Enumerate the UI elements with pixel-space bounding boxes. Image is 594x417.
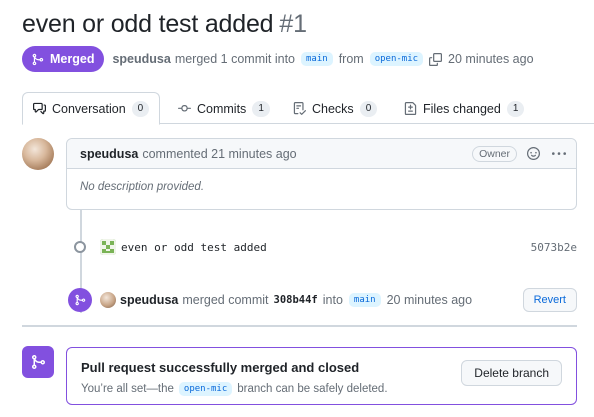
merge-status-desc-suffix: branch can be safely deleted.	[237, 383, 388, 395]
owner-badge: Owner	[472, 145, 517, 162]
pr-merge-text: merged 1 commit into	[174, 52, 295, 66]
timeline-commit-item: even or odd test added 5073b2e	[74, 238, 577, 256]
delete-branch-button[interactable]: Delete branch	[461, 360, 562, 386]
file-diff-icon	[404, 102, 417, 115]
merge-status-box: Pull request successfully merged and clo…	[66, 347, 577, 405]
tab-files-changed[interactable]: Files changed 1	[404, 92, 525, 125]
deletable-branch-label[interactable]: open-mic	[178, 382, 233, 396]
tab-commits[interactable]: Commits 1	[178, 92, 270, 125]
merged-state-label: Merged	[50, 52, 95, 66]
timeline-divider	[22, 325, 577, 327]
merge-icon	[32, 355, 46, 369]
pr-number: #1	[279, 10, 307, 38]
merge-into-text: into	[322, 293, 343, 307]
tab-commits-count: 1	[252, 100, 270, 117]
merge-status-desc-prefix: You’re all set—the	[81, 383, 174, 395]
merge-icon	[75, 294, 86, 306]
merge-author-avatar[interactable]	[100, 292, 116, 308]
tab-commits-label: Commits	[197, 101, 247, 116]
merge-target-branch[interactable]: main	[348, 293, 381, 307]
merge-status-badge	[22, 346, 54, 378]
head-branch-label[interactable]: open-mic	[369, 52, 424, 66]
merge-event-text: merged commit	[182, 293, 269, 307]
merged-state-badge: Merged	[22, 46, 105, 72]
comment-author-avatar[interactable]	[22, 138, 54, 170]
tab-conversation-label: Conversation	[52, 101, 126, 116]
merge-status-title: Pull request successfully merged and clo…	[81, 360, 360, 375]
commit-message-link[interactable]: even or odd test added	[121, 241, 267, 254]
tab-conversation-count: 0	[131, 100, 150, 117]
tab-checks-label: Checks	[312, 101, 354, 116]
comment-author-link[interactable]: speudusa	[80, 147, 138, 161]
tab-files-changed-count: 1	[506, 100, 525, 117]
tab-files-changed-label: Files changed	[423, 101, 501, 116]
tab-checks[interactable]: Checks 0	[293, 92, 378, 125]
base-branch-label[interactable]: main	[301, 52, 333, 66]
pr-author-link[interactable]: speudusa	[112, 52, 170, 66]
pr-title: even or odd test added #1	[22, 10, 307, 39]
timeline-merge-event: speudusa merged commit 308b44f into main…	[68, 287, 577, 313]
pr-time-ago: 20 minutes ago	[448, 52, 534, 66]
merge-event-badge	[68, 288, 92, 312]
copy-icon[interactable]	[429, 52, 443, 66]
comment-header: speudusa commented 21 minutes ago Owner	[67, 139, 576, 169]
pr-description-comment: speudusa commented 21 minutes ago Owner …	[66, 138, 577, 210]
pr-from-text: from	[338, 52, 364, 66]
commit-sha-link[interactable]: 5073b2e	[531, 241, 577, 254]
merge-event-time: 20 minutes ago	[386, 293, 473, 307]
commit-author-avatar[interactable]	[100, 239, 116, 255]
comment-body: No description provided.	[80, 181, 205, 193]
merge-commit-sha-link[interactable]: 308b44f	[274, 294, 318, 306]
comment-discussion-icon	[33, 102, 46, 115]
checklist-icon	[293, 102, 306, 115]
pr-meta-row: Merged speudusa merged 1 commit into mai…	[22, 46, 534, 72]
commit-dot-icon	[74, 241, 86, 253]
tab-checks-count: 0	[359, 100, 378, 117]
git-commit-icon	[178, 105, 191, 112]
pr-tabs: Conversation 0 Commits 1 Checks 0 Files …	[22, 92, 594, 125]
kebab-horizontal-icon[interactable]	[552, 147, 566, 161]
comment-action-text: commented 21 minutes ago	[142, 146, 297, 161]
merge-icon	[32, 53, 44, 65]
revert-button[interactable]: Revert	[522, 288, 577, 312]
merge-status-description: You’re all set—the open-mic branch can b…	[81, 382, 388, 396]
pr-title-text: even or odd test added	[22, 10, 274, 38]
merge-author-link[interactable]: speudusa	[120, 293, 178, 307]
smiley-icon[interactable]	[527, 147, 540, 160]
tab-conversation[interactable]: Conversation 0	[22, 92, 161, 125]
